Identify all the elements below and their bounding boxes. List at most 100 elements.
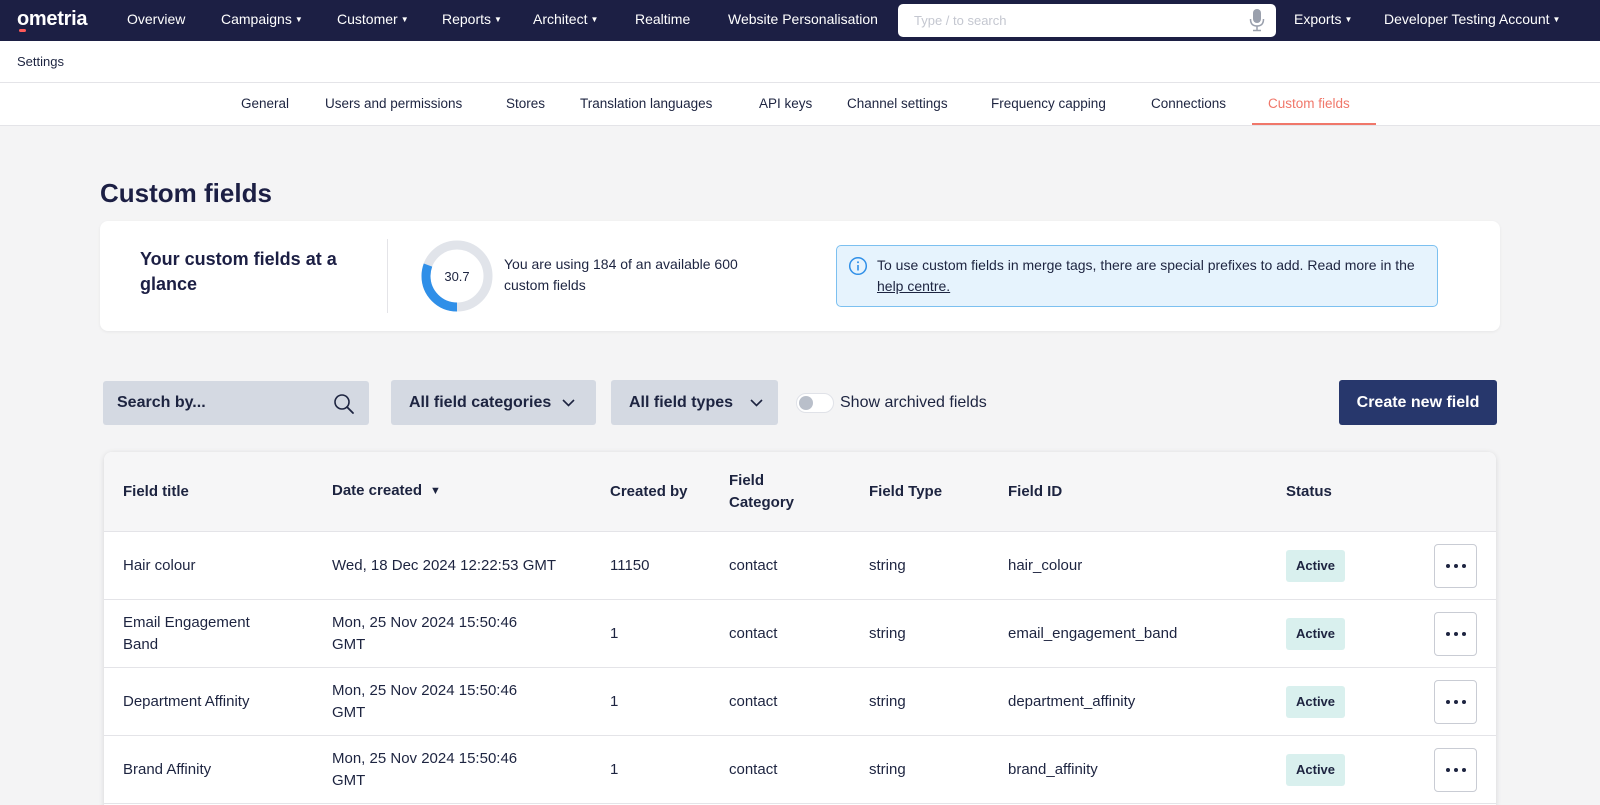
tab-general[interactable]: General (241, 96, 289, 111)
divider (387, 239, 388, 313)
table-row: Brand Affinity Mon, 25 Nov 2024 15:50:46… (104, 736, 1496, 804)
custom-fields-table: Field title Date created ▼ Created by Fie… (104, 452, 1496, 805)
cell-field-id: brand_affinity (1008, 761, 1098, 778)
field-search-input[interactable] (103, 381, 369, 425)
more-dots-icon (1445, 632, 1450, 636)
tab-channel-settings[interactable]: Channel settings (847, 96, 948, 111)
chevron-down-icon (562, 399, 575, 407)
chevron-down-icon: ▼ (590, 15, 599, 24)
microphone-icon[interactable] (1249, 8, 1265, 32)
show-archived-label: Show archived fields (840, 394, 987, 411)
nav-reports[interactable]: Reports ▼ (442, 11, 502, 27)
chevron-down-icon (750, 399, 763, 407)
show-archived-toggle[interactable] (796, 393, 834, 413)
more-dots-icon (1445, 564, 1450, 568)
toggle-knob (799, 396, 813, 410)
chevron-down-icon: ▼ (1344, 15, 1353, 24)
cell-date-created: Wed, 18 Dec 2024 12:22:53 GMT (332, 557, 557, 574)
nav-overview[interactable]: Overview (127, 11, 185, 27)
account-menu[interactable]: Developer Testing Account ▼ (1384, 11, 1560, 27)
chevron-down-icon: ▼ (294, 15, 303, 24)
nav-campaigns[interactable]: Campaigns ▼ (221, 11, 303, 27)
chevron-down-icon: ▼ (1552, 15, 1561, 24)
top-nav: ometria Overview Campaigns ▼ Customer ▼ Re… (0, 0, 1600, 41)
nav-architect[interactable]: Architect ▼ (533, 11, 598, 27)
chevron-down-icon: ▼ (494, 15, 502, 24)
cell-created-by: 1 (610, 625, 619, 642)
cell-date-created: Mon, 25 Nov 2024 15:50:46 GMT (332, 614, 518, 653)
cell-field-id: email_engagement_band (1008, 625, 1178, 642)
row-actions-button[interactable] (1434, 612, 1477, 656)
status-badge: Active (1286, 686, 1346, 718)
summary-title: Your custom fields at a glance (140, 249, 337, 294)
row-actions-button[interactable] (1434, 544, 1477, 588)
settings-tabs: General Users and permissions Stores Tra… (0, 83, 1600, 126)
tab-frequency-capping[interactable]: Frequency capping (991, 96, 1106, 111)
ometria-logo[interactable]: ometria (17, 8, 87, 32)
cell-field-type: string (869, 693, 906, 710)
cell-field-category: contact (729, 693, 778, 710)
create-new-field-button[interactable]: Create new field (1339, 380, 1497, 425)
table-row: Hair colour Wed, 18 Dec 2024 12:22:53 GM… (104, 532, 1496, 600)
cell-field-title: Department Affinity (123, 693, 250, 710)
tab-custom-fields[interactable]: Custom fields (1268, 96, 1350, 111)
status-badge: Active (1286, 618, 1346, 650)
usage-text: You are using 184 of an available 600 cu… (504, 256, 738, 293)
column-header-status[interactable]: Status (1286, 481, 1332, 503)
info-text: To use custom fields in merge tags, ther… (877, 257, 1415, 294)
status-badge: Active (1286, 550, 1346, 582)
search-icon[interactable] (333, 393, 355, 415)
status-badge: Active (1286, 754, 1346, 786)
custom-fields-summary-card: Your custom fields at a glance 30.7 You … (100, 221, 1500, 331)
cell-field-title: Email Engagement Band (123, 614, 250, 653)
tab-users-and-permissions[interactable]: Users and permissions (325, 96, 462, 111)
column-header-date-created[interactable]: Date created ▼ (332, 480, 441, 502)
cell-field-type: string (869, 625, 906, 642)
column-header-field-type[interactable]: Field Type (869, 481, 942, 503)
info-icon (848, 256, 868, 276)
page-title: Custom fields (100, 178, 272, 208)
tab-connections[interactable]: Connections (1151, 96, 1226, 111)
row-actions-button[interactable] (1434, 680, 1477, 724)
cell-field-type: string (869, 761, 906, 778)
field-categories-dropdown[interactable]: All field categories (391, 380, 596, 425)
active-tab-indicator (1252, 123, 1376, 125)
merge-tags-info-alert: To use custom fields in merge tags, ther… (836, 245, 1438, 307)
cell-created-by: 1 (610, 761, 619, 778)
column-header-field-category[interactable]: Field Category (729, 470, 794, 514)
cell-date-created: Mon, 25 Nov 2024 15:50:46 GMT (332, 750, 518, 789)
settings-header: Settings (0, 41, 1600, 83)
column-header-created-by[interactable]: Created by (610, 481, 688, 503)
more-dots-icon (1445, 700, 1450, 704)
cell-field-category: contact (729, 557, 778, 574)
tab-api-keys[interactable]: API keys (759, 96, 812, 111)
nav-exports[interactable]: Exports ▼ (1294, 11, 1352, 27)
cell-field-category: contact (729, 761, 778, 778)
column-header-field-id[interactable]: Field ID (1008, 481, 1062, 503)
global-search-input[interactable] (898, 4, 1276, 37)
nav-customer[interactable]: Customer ▼ (337, 11, 409, 27)
tab-stores[interactable]: Stores (506, 96, 545, 111)
row-actions-button[interactable] (1434, 748, 1477, 792)
chevron-down-icon: ▼ (400, 15, 409, 24)
cell-created-by: 1 (610, 693, 619, 710)
table-row: Email Engagement Band Mon, 25 Nov 2024 15… (104, 600, 1496, 668)
nav-website-personalisation[interactable]: Website Personalisation (728, 11, 878, 27)
field-types-dropdown[interactable]: All field types (611, 380, 778, 425)
tab-translation-languages[interactable]: Translation languages (580, 96, 712, 111)
cell-field-title: Hair colour (123, 557, 196, 574)
cell-date-created: Mon, 25 Nov 2024 15:50:46 GMT (332, 682, 518, 721)
column-header-field-title[interactable]: Field title (123, 481, 189, 503)
cell-field-title: Brand Affinity (123, 761, 212, 778)
cell-field-category: contact (729, 625, 778, 642)
help-centre-link[interactable]: help centre. (877, 278, 950, 294)
cell-created-by: 11150 (610, 557, 650, 574)
table-row: Department Affinity Mon, 25 Nov 2024 15:… (104, 668, 1496, 736)
cell-field-id: department_affinity (1008, 693, 1136, 710)
cell-field-type: string (869, 557, 906, 574)
page-breadcrumb: Settings (17, 54, 64, 69)
usage-percentage: 30.7 (444, 269, 470, 284)
sort-descending-icon[interactable]: ▼ (430, 485, 441, 497)
nav-realtime[interactable]: Realtime (635, 11, 690, 27)
more-dots-icon (1445, 768, 1450, 772)
